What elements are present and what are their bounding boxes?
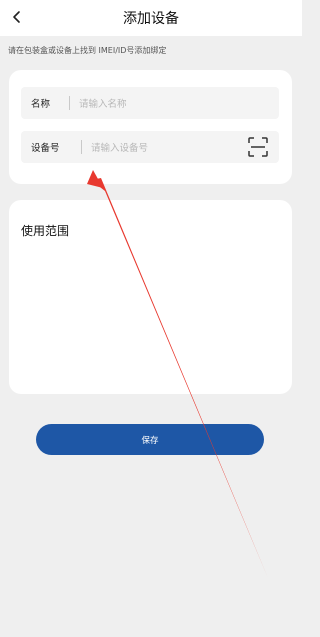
annotation-arrow [87,170,268,578]
